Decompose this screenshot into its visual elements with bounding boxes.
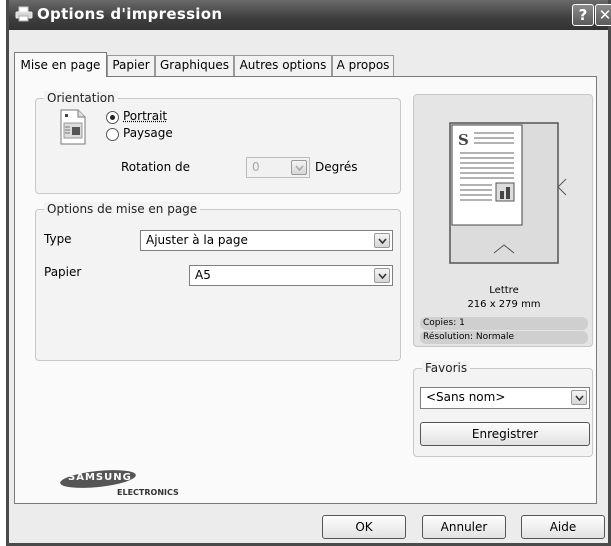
window-title: Options d'impression: [37, 5, 222, 23]
tab-papier[interactable]: Papier: [107, 55, 155, 76]
help-button[interactable]: Aide: [521, 515, 605, 539]
paysage-radio[interactable]: [106, 128, 119, 141]
preview-letter: S: [458, 131, 469, 149]
orientation-group: Orientation Portrait Paysage Rotation de…: [35, 98, 401, 194]
paysage-label[interactable]: Paysage: [123, 126, 173, 140]
brand-sub: ELECTRONICS: [117, 488, 179, 497]
chevron-down-icon: [374, 233, 390, 248]
help-icon[interactable]: ?: [572, 4, 594, 26]
degrees-label: Degrés: [315, 160, 358, 174]
brand-name: SAMSUNG: [68, 472, 132, 483]
portrait-orientation-icon: [58, 109, 88, 148]
resolution-info: Résolution: Normale: [420, 331, 588, 344]
copies-info: Copies: 1: [420, 317, 588, 330]
ok-button[interactable]: OK: [322, 515, 406, 539]
favorites-value: <Sans nom>: [426, 390, 505, 404]
chevron-down-icon: [291, 160, 307, 175]
paper-label: Papier: [44, 265, 81, 279]
samsung-logo: SAMSUNG ELECTRONICS: [59, 470, 209, 500]
layout-options-group: Options de mise en page Type Ajuster à l…: [35, 209, 401, 361]
paper-select[interactable]: A5: [189, 265, 393, 286]
type-select[interactable]: Ajuster à la page: [140, 230, 393, 251]
type-value: Ajuster à la page: [146, 233, 248, 247]
tab-graphiques[interactable]: Graphiques: [155, 55, 234, 76]
cancel-button[interactable]: Annuler: [422, 515, 506, 539]
chevron-down-icon: [571, 390, 587, 405]
favorites-group: Favoris <Sans nom> Enregistrer: [413, 368, 593, 457]
tab-mise-en-page[interactable]: Mise en page: [14, 52, 107, 77]
rotation-label: Rotation de: [121, 160, 190, 174]
rotation-select[interactable]: 0: [246, 157, 310, 178]
chevron-down-icon: [374, 268, 390, 283]
favorites-select[interactable]: <Sans nom>: [420, 387, 590, 409]
title-bar: Options d'impression ? ✕: [9, 0, 608, 30]
paper-size: 216 x 279 mm: [414, 299, 594, 310]
printer-icon: [15, 6, 33, 22]
tab-a-propos[interactable]: A propos: [332, 55, 394, 76]
favorites-legend: Favoris: [422, 361, 470, 375]
save-favorite-button[interactable]: Enregistrer: [420, 422, 590, 446]
page-preview: S Lettre 216 x 279 mm Copies: 1 Résoluti…: [413, 94, 593, 347]
portrait-radio[interactable]: [106, 111, 119, 124]
layout-options-legend: Options de mise en page: [44, 202, 200, 216]
print-options-window: Options d'impression ? ✕ Mise en page Pa…: [6, 0, 611, 546]
orientation-legend: Orientation: [44, 91, 118, 105]
paper-name: Lettre: [414, 285, 594, 296]
close-icon[interactable]: ✕: [595, 4, 611, 26]
rotation-value: 0: [252, 160, 260, 174]
page-preview-image: S: [414, 95, 594, 265]
portrait-label[interactable]: Portrait: [123, 109, 167, 123]
paper-value: A5: [195, 268, 211, 282]
type-label: Type: [44, 232, 72, 246]
tab-autres-options[interactable]: Autres options: [234, 55, 332, 76]
